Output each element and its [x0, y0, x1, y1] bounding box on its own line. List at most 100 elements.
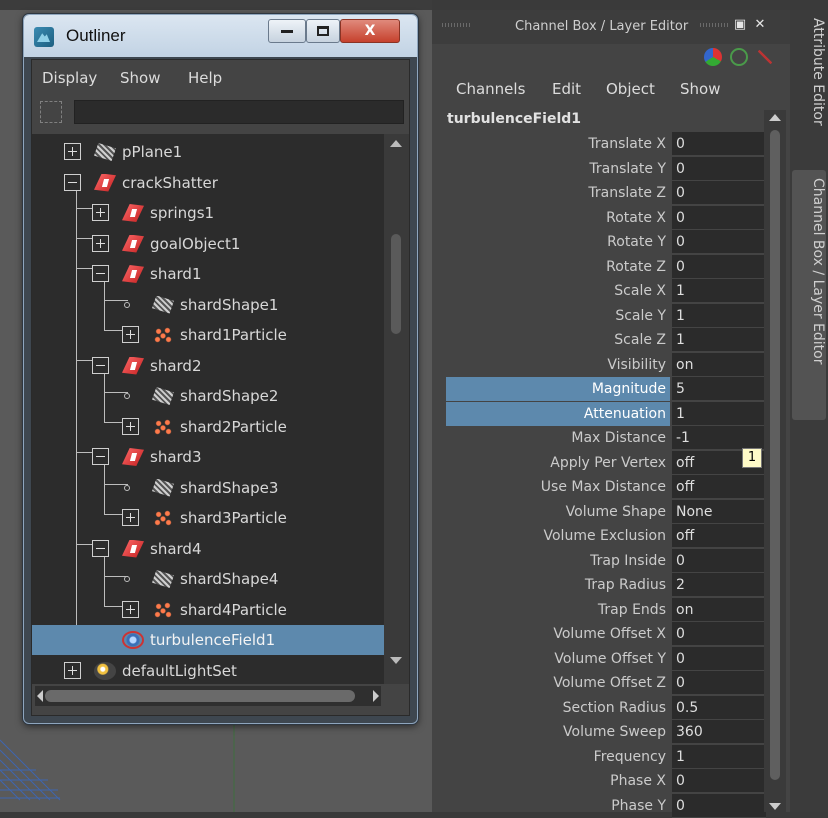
tree-item[interactable]: shardShape4	[32, 564, 384, 594]
menu-channels[interactable]: Channels	[456, 80, 525, 98]
attribute-value-field[interactable]: 5	[672, 377, 766, 401]
channel-box-header[interactable]: Channel Box / Layer Editor ▣ ✕	[432, 10, 790, 44]
attribute-row[interactable]: Trap Inside 0	[446, 548, 766, 573]
attribute-row[interactable]: Phase Y0	[446, 793, 766, 818]
attribute-row[interactable]: Rotate X0	[446, 205, 766, 230]
expand-icon[interactable]	[92, 234, 109, 252]
expand-icon[interactable]	[92, 204, 109, 221]
attribute-value-field[interactable]: 0	[672, 205, 766, 230]
attribute-value-field[interactable]: 0.5	[672, 695, 766, 720]
attribute-label[interactable]: Max Distance	[446, 426, 670, 450]
attribute-value-field[interactable]: 1	[672, 279, 766, 303]
tree-item[interactable]: shard3	[32, 442, 384, 472]
menu-help[interactable]: Help	[188, 69, 222, 87]
expand-icon[interactable]	[122, 326, 139, 343]
attribute-row[interactable]: Attenuation 1	[446, 401, 766, 426]
attribute-value-field[interactable]: 0	[672, 671, 766, 695]
tree-item[interactable]: shard2Particle	[32, 412, 384, 442]
expand-icon[interactable]	[122, 600, 139, 618]
attribute-label[interactable]: Apply Per Vertex	[446, 451, 670, 475]
attribute-value-field[interactable]: 2	[672, 573, 766, 597]
attribute-value-field[interactable]: 0	[672, 254, 766, 279]
tree-item[interactable]: pPlane1	[32, 137, 384, 167]
attribute-value-field[interactable]: 0	[672, 622, 766, 646]
horizontal-scroll-thumb[interactable]	[45, 690, 355, 702]
attribute-label[interactable]: Trap Radius	[446, 573, 670, 597]
scroll-left-arrow-icon[interactable]	[37, 690, 43, 702]
attribute-label[interactable]: Volume Offset Y	[446, 647, 670, 671]
minimize-button[interactable]	[268, 19, 306, 43]
outliner-search-input[interactable]	[74, 100, 404, 124]
attribute-label[interactable]: Trap Inside	[446, 549, 670, 573]
attribute-label[interactable]: Rotate Z	[446, 255, 670, 279]
scroll-down-arrow-icon[interactable]	[769, 803, 781, 810]
scroll-up-arrow-icon[interactable]	[390, 140, 402, 147]
collapse-icon[interactable]	[92, 265, 109, 282]
attribute-row[interactable]: Volume Offset Z0	[446, 671, 766, 695]
outliner-vertical-scrollbar[interactable]	[384, 134, 409, 684]
scroll-thumb[interactable]	[391, 234, 401, 334]
attribute-value-field[interactable]: 0	[672, 548, 766, 573]
menu-display[interactable]: Display	[42, 69, 97, 87]
attribute-value-field[interactable]: 0	[672, 230, 766, 254]
attribute-label[interactable]: Volume Sweep	[446, 720, 670, 744]
attribute-label[interactable]: Attenuation	[446, 401, 670, 426]
attribute-row[interactable]: Trap Radius 2	[446, 573, 766, 597]
attribute-row[interactable]: Volume Shape None	[446, 499, 766, 524]
menu-edit[interactable]: Edit	[552, 80, 581, 98]
tree-item[interactable]: shardShape2	[32, 381, 384, 411]
menu-show[interactable]: Show	[680, 80, 720, 98]
attribute-label[interactable]: Translate X	[446, 132, 670, 156]
attribute-row[interactable]: Use Max Distance off	[446, 475, 766, 499]
tab-channel-box-layer-editor[interactable]: Channel Box / Layer Editor	[792, 170, 826, 420]
expand-icon[interactable]	[122, 509, 139, 526]
filter-icon[interactable]	[40, 101, 62, 123]
attribute-row[interactable]: Rotate Z0	[446, 254, 766, 279]
close-button[interactable]: X	[340, 19, 400, 43]
float-panel-icon[interactable]: ▣	[732, 17, 748, 33]
hyper-icon[interactable]	[756, 48, 774, 66]
attribute-label[interactable]: Phase Y	[446, 794, 670, 818]
attribute-row[interactable]: Rotate Y0	[446, 230, 766, 254]
attribute-value-field[interactable]: off	[672, 524, 766, 548]
attribute-label[interactable]: Volume Exclusion	[446, 524, 670, 548]
attribute-label[interactable]: Scale Y	[446, 304, 670, 328]
attribute-label[interactable]: Volume Shape	[446, 500, 670, 524]
attribute-row[interactable]: Translate Z0	[446, 181, 766, 205]
attribute-value-field[interactable]: 0	[672, 646, 766, 671]
expand-icon[interactable]	[64, 143, 81, 160]
attribute-label[interactable]: Translate Y	[446, 157, 670, 181]
attribute-value-field[interactable]: 1	[672, 401, 766, 426]
attribute-value-field[interactable]: 0	[672, 156, 766, 181]
attribute-value-field[interactable]: -1	[672, 426, 766, 450]
attribute-value-field[interactable]: 1	[672, 744, 766, 769]
tab-attribute-editor[interactable]: Attribute Editor	[792, 10, 826, 162]
attribute-value-field[interactable]: 0	[672, 132, 766, 156]
attribute-label[interactable]: Use Max Distance	[446, 475, 670, 499]
attribute-label[interactable]: Volume Offset Z	[446, 671, 670, 695]
scroll-up-arrow-icon[interactable]	[769, 114, 781, 121]
attribute-row[interactable]: Scale Y1	[446, 303, 766, 328]
attribute-value-field[interactable]: 0	[672, 769, 766, 793]
tree-item[interactable]: shard1Particle	[32, 320, 384, 350]
attribute-value-field[interactable]: on	[672, 597, 766, 622]
tree-item[interactable]: shard2	[32, 351, 384, 381]
collapse-icon[interactable]	[64, 173, 81, 191]
attribute-label[interactable]: Section Radius	[446, 696, 670, 720]
attribute-value-field[interactable]: 1	[672, 328, 766, 352]
tree-item[interactable]: defaultLightSet	[32, 656, 384, 685]
scroll-thumb[interactable]	[770, 130, 780, 780]
attribute-row[interactable]: Volume Exclusion off	[446, 524, 766, 548]
menu-object[interactable]: Object	[606, 80, 655, 98]
collapse-icon[interactable]	[92, 448, 109, 465]
attribute-value-field[interactable]: None	[672, 499, 766, 524]
attribute-value-field[interactable]: 0	[672, 793, 766, 818]
attribute-row[interactable]: Section Radius 0.5	[446, 695, 766, 720]
attribute-row[interactable]: Scale Z1	[446, 328, 766, 352]
tree-item[interactable]: springs1	[32, 198, 384, 228]
tree-item[interactable]: goalObject1	[32, 229, 384, 259]
collapse-icon[interactable]	[92, 539, 109, 557]
attribute-row[interactable]: Volume Sweep 360	[446, 720, 766, 744]
tree-item[interactable]: turbulenceField1	[32, 625, 384, 655]
attribute-row[interactable]: Max Distance -1	[446, 426, 766, 450]
